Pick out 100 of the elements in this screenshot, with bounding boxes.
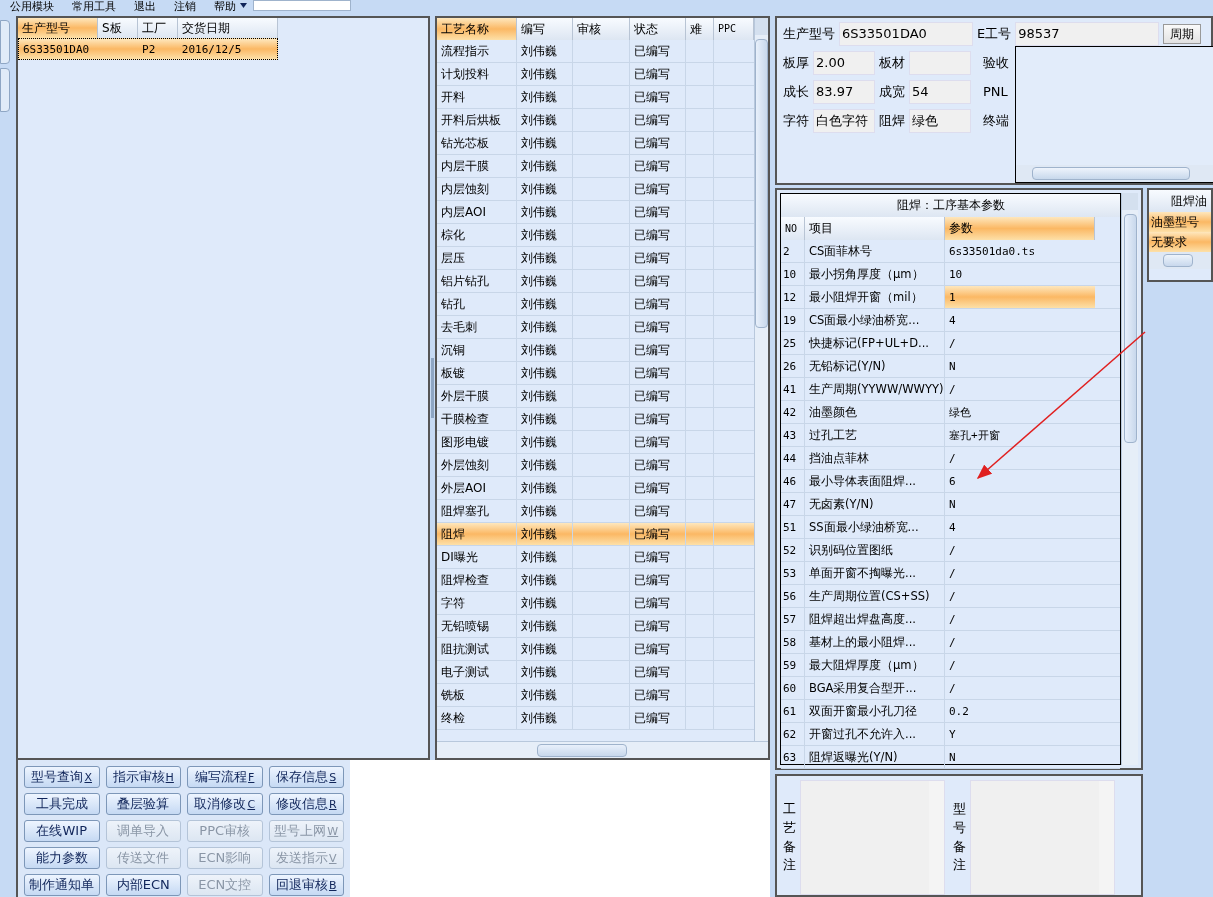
action-button[interactable]: 在线WIP <box>24 820 100 842</box>
scrollbar[interactable] <box>1121 193 1138 765</box>
splitter-handle[interactable] <box>431 358 434 418</box>
table-row[interactable]: 12 最小阻焊开窗（mil） 1 <box>781 286 1120 309</box>
table-row[interactable]: 阻抗测试 刘伟巍 已编写 <box>437 638 754 661</box>
table-row[interactable]: 26 无铅标记(Y/N) N <box>781 355 1120 378</box>
table-row[interactable]: 53 单面开窗不掏曝光... / <box>781 562 1120 585</box>
column-header[interactable]: 交货日期 <box>178 18 278 38</box>
table-row[interactable]: 沉铜 刘伟巍 已编写 <box>437 339 754 362</box>
notes-field[interactable] <box>800 780 945 895</box>
column-header[interactable]: 状态 <box>630 18 686 40</box>
action-button[interactable]: 修改信息R <box>268 793 344 815</box>
caret-icon[interactable] <box>240 3 247 8</box>
table-row[interactable]: 6S33501DA0 P2 2016/12/5 <box>18 38 278 60</box>
table-row[interactable]: 流程指示 刘伟巍 已编写 <box>437 40 754 63</box>
table-row[interactable]: 去毛刺 刘伟巍 已编写 <box>437 316 754 339</box>
scrollbar[interactable] <box>1016 165 1213 182</box>
input-field[interactable]: 2.00 <box>813 51 875 75</box>
menu-item[interactable]: 退出 <box>134 0 156 13</box>
input-field[interactable]: 绿色 <box>909 109 971 133</box>
table-row[interactable]: 61 双面开窗最小孔刀径 0.2 <box>781 700 1120 723</box>
table-row[interactable]: 2 CS面菲林号 6s33501da0.ts <box>781 240 1120 263</box>
table-row[interactable]: 外层AOI 刘伟巍 已编写 <box>437 477 754 500</box>
table-row[interactable]: 63 阻焊返曝光(Y/N) N <box>781 746 1120 769</box>
table-row[interactable]: DI曝光 刘伟巍 已编写 <box>437 546 754 569</box>
action-button[interactable]: 取消修改 C <box>187 793 263 815</box>
action-button[interactable]: 编写流程F <box>187 766 263 788</box>
table-row[interactable]: 电子测试 刘伟巍 已编写 <box>437 661 754 684</box>
combo-box[interactable] <box>253 0 351 11</box>
table-row[interactable]: 钻孔 刘伟巍 已编写 <box>437 293 754 316</box>
table-row[interactable]: 内层AOI 刘伟巍 已编写 <box>437 201 754 224</box>
action-button[interactable]: 指示审核H <box>105 766 181 788</box>
table-row[interactable]: 内层干膜 刘伟巍 已编写 <box>437 155 754 178</box>
table-row[interactable]: 干膜检查 刘伟巍 已编写 <box>437 408 754 431</box>
scrollbar[interactable] <box>437 741 768 758</box>
table-row[interactable]: 字符 刘伟巍 已编写 <box>437 592 754 615</box>
column-header[interactable]: 审核 <box>573 18 630 40</box>
action-button[interactable]: 内部ECN <box>105 874 181 896</box>
table-row[interactable]: 计划投料 刘伟巍 已编写 <box>437 63 754 86</box>
column-header[interactable]: 项目 <box>805 217 945 240</box>
table-row[interactable]: 46 最小导体表面阻焊... 6 <box>781 470 1120 493</box>
table-row[interactable]: 52 识别码位置图纸 / <box>781 539 1120 562</box>
notes-field[interactable] <box>970 780 1115 895</box>
side-tab[interactable] <box>0 68 10 112</box>
action-button[interactable]: 能力参数 <box>24 847 100 869</box>
column-header[interactable]: 难 <box>686 18 714 40</box>
action-button[interactable]: 型号查询 X <box>24 766 100 788</box>
table-row[interactable]: 42 油墨颜色 绿色 <box>781 401 1120 424</box>
table-row[interactable]: 终检 刘伟巍 已编写 <box>437 707 754 730</box>
input-field[interactable]: 白色字符 <box>813 109 875 133</box>
table-row[interactable]: 56 生产周期位置(CS+SS) / <box>781 585 1120 608</box>
table-row[interactable]: 62 开窗过孔不允许入... Y <box>781 723 1120 746</box>
action-button[interactable]: 制作通知单 <box>24 874 100 896</box>
menu-item[interactable]: 公用模块 <box>10 0 54 13</box>
table-row[interactable]: 棕化 刘伟巍 已编写 <box>437 224 754 247</box>
table-row[interactable]: 外层干膜 刘伟巍 已编写 <box>437 385 754 408</box>
table-row[interactable]: 铣板 刘伟巍 已编写 <box>437 684 754 707</box>
table-row[interactable]: 59 最大阻焊厚度（μm） / <box>781 654 1120 677</box>
input-field[interactable]: 83.97 <box>813 80 875 104</box>
table-row[interactable]: 阻焊 刘伟巍 已编写 <box>437 523 754 546</box>
table-row[interactable]: 51 SS面最小绿油桥宽... 4 <box>781 516 1120 539</box>
table-row[interactable]: 58 基材上的最小阻焊... / <box>781 631 1120 654</box>
column-header[interactable]: 工厂 <box>138 18 178 38</box>
scrollbar[interactable] <box>1149 252 1211 269</box>
action-button[interactable]: 工具完成 <box>24 793 100 815</box>
menu-item[interactable]: 注销 <box>174 0 196 13</box>
table-row[interactable]: 60 BGA采用复合型开... / <box>781 677 1120 700</box>
input-field[interactable]: 98537 <box>1015 22 1160 46</box>
menu-item[interactable]: 常用工具 <box>72 0 116 13</box>
side-tab[interactable] <box>0 20 10 64</box>
scrollbar[interactable] <box>754 18 768 741</box>
table-row[interactable]: 开料后烘板 刘伟巍 已编写 <box>437 109 754 132</box>
table-row[interactable]: 内层蚀刻 刘伟巍 已编写 <box>437 178 754 201</box>
table-row[interactable]: 47 无卤素(Y/N) N <box>781 493 1120 516</box>
column-header[interactable]: NO <box>781 217 805 240</box>
table-row[interactable]: 19 CS面最小绿油桥宽... 4 <box>781 309 1120 332</box>
table-row[interactable]: 板镀 刘伟巍 已编写 <box>437 362 754 385</box>
table-row[interactable]: 41 生产周期(YYWW/WWYY) / <box>781 378 1120 401</box>
table-row[interactable]: 层压 刘伟巍 已编写 <box>437 247 754 270</box>
action-button[interactable]: 叠层验算 <box>105 793 181 815</box>
table-row[interactable]: 铝片钻孔 刘伟巍 已编写 <box>437 270 754 293</box>
column-header[interactable]: S板 <box>98 18 138 38</box>
scrollbar[interactable] <box>929 781 944 894</box>
table-row[interactable]: 44 挡油点菲林 / <box>781 447 1120 470</box>
table-row[interactable]: 43 过孔工艺 塞孔+开窗 <box>781 424 1120 447</box>
input-field[interactable]: 6S33501DA0 <box>839 22 973 46</box>
column-header[interactable]: 生产型号 <box>18 18 98 38</box>
column-header[interactable]: 编写 <box>517 18 573 40</box>
table-row[interactable]: 钻光芯板 刘伟巍 已编写 <box>437 132 754 155</box>
column-header[interactable]: 工艺名称 <box>437 18 517 40</box>
input-field[interactable]: 54 <box>909 80 971 104</box>
menu-item[interactable]: 帮助 <box>214 0 236 13</box>
table-row[interactable]: 开料 刘伟巍 已编写 <box>437 86 754 109</box>
scrollbar[interactable] <box>1099 781 1114 894</box>
column-header[interactable]: 参数 <box>945 217 1095 240</box>
table-row[interactable]: 25 快捷标记(FP+UL+D... / <box>781 332 1120 355</box>
column-header[interactable]: PPC <box>714 18 754 40</box>
table-row[interactable]: 外层蚀刻 刘伟巍 已编写 <box>437 454 754 477</box>
table-row[interactable]: 无铅喷锡 刘伟巍 已编写 <box>437 615 754 638</box>
table-row[interactable]: 阻焊检查 刘伟巍 已编写 <box>437 569 754 592</box>
